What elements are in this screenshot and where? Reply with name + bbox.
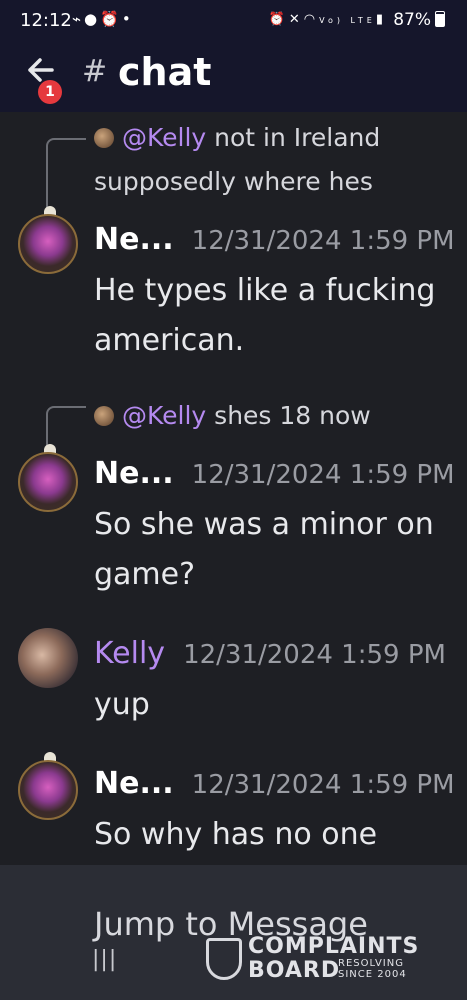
gamepad-icon: ⌁ xyxy=(72,10,85,28)
timestamp: 12/31/2024 1:59 PM xyxy=(191,226,455,256)
message-text: He types like a fucking american. xyxy=(94,273,436,358)
dot-icon: • xyxy=(121,10,134,28)
complaints-board-watermark: COMPLAINTS BOARD RESOLVING SINCE 2004 xyxy=(206,934,426,986)
battery-percent: 87% xyxy=(393,10,431,30)
channel-header: 1 # chat xyxy=(0,44,467,112)
watermark-line2: BOARD xyxy=(248,958,341,983)
battery-icon xyxy=(435,11,445,27)
timestamp: 12/31/2024 1:59 PM xyxy=(191,460,455,490)
message-header: Kelly 12/31/2024 1:59 PM xyxy=(94,634,446,675)
watermark-line1: COMPLAINTS xyxy=(248,934,420,959)
status-time: 12:12 xyxy=(20,10,72,31)
avatar[interactable] xyxy=(18,214,78,274)
mute-icon: ✕ xyxy=(288,12,304,27)
watermark-tag2: SINCE 2004 xyxy=(338,969,407,980)
reply-preview[interactable]: @Kelly shes 18 now xyxy=(94,394,371,438)
shield-logo-icon xyxy=(206,938,242,980)
message-header: Ne... 12/31/2024 1:59 PM xyxy=(94,764,455,805)
message-text: So why has no one xyxy=(94,817,378,852)
reply-connector xyxy=(46,138,86,210)
author-name[interactable]: Ne... xyxy=(94,456,174,491)
reply-avatar xyxy=(94,406,114,426)
author-name[interactable]: Kelly xyxy=(94,636,165,671)
status-left-icons: ⌁●⏰• xyxy=(72,10,134,28)
message-text: So she was a minor on game? xyxy=(94,507,434,592)
message-feed[interactable]: @Kelly not in Ireland supposedly where h… xyxy=(0,112,467,865)
signal-icon: ▮ xyxy=(375,12,387,27)
avatar[interactable] xyxy=(18,628,78,688)
wifi-icon: ◠ xyxy=(303,12,320,27)
recents-nav-icon[interactable]: ||| xyxy=(92,947,117,972)
message-header: Ne... 12/31/2024 1:59 PM xyxy=(94,220,455,261)
message-text: yup xyxy=(94,687,150,722)
watermark-tagline: RESOLVING SINCE 2004 xyxy=(338,958,407,980)
message-header: Ne... 12/31/2024 1:59 PM xyxy=(94,454,455,495)
reply-avatar xyxy=(94,128,114,148)
notification-badge: 1 xyxy=(38,80,62,104)
channel-title[interactable]: chat xyxy=(118,50,211,94)
mention[interactable]: @Kelly xyxy=(122,123,206,152)
reply-preview[interactable]: @Kelly not in Ireland supposedly where h… xyxy=(94,116,424,204)
timestamp: 12/31/2024 1:59 PM xyxy=(183,640,446,670)
volte-icon: Vo) LTE xyxy=(319,16,376,25)
author-name[interactable]: Ne... xyxy=(94,222,174,257)
status-right-icons: ⏰✕◠Vo) LTE▮ xyxy=(269,12,387,27)
avatar[interactable] xyxy=(18,760,78,820)
status-bar: 12:12 ⌁●⏰• ⏰✕◠Vo) LTE▮ 87% xyxy=(0,0,467,44)
watermark-tag1: RESOLVING xyxy=(338,958,404,969)
channel-hash-icon: # xyxy=(82,54,108,89)
mention[interactable]: @Kelly xyxy=(122,401,206,430)
reply-text: shes 18 now xyxy=(206,401,371,430)
alarm-icon: ⏰ xyxy=(268,12,289,27)
avatar[interactable] xyxy=(18,452,78,512)
author-name[interactable]: Ne... xyxy=(94,766,174,801)
battery-status: 87% xyxy=(393,10,445,30)
timestamp: 12/31/2024 1:59 PM xyxy=(191,770,455,800)
alarm-icon: ⏰ xyxy=(100,10,122,28)
facebook-icon: ● xyxy=(84,10,101,28)
